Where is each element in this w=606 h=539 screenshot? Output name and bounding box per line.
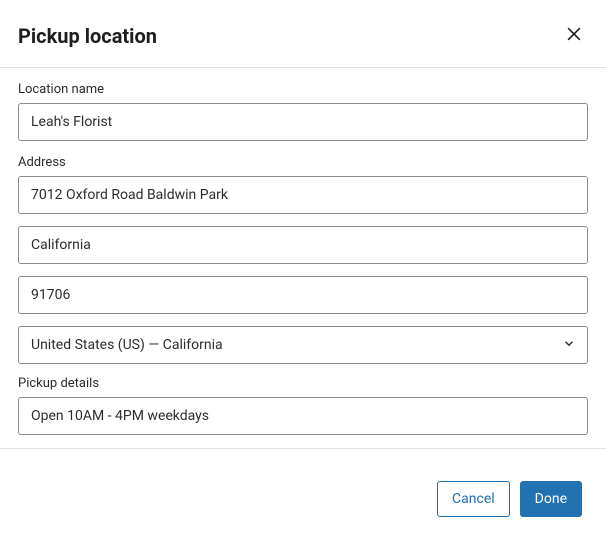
address-city-input[interactable] <box>18 226 588 264</box>
address-street-input[interactable] <box>18 176 588 214</box>
pickup-details-label: Pickup details <box>18 376 588 391</box>
address-zip-input[interactable] <box>18 276 588 314</box>
location-name-label: Location name <box>18 82 588 97</box>
region-select-wrapper: United States (US) — California <box>18 326 588 364</box>
modal-title: Pickup location <box>18 24 157 48</box>
pickup-location-modal: Pickup location Location name Address Un… <box>0 0 606 539</box>
location-name-input[interactable] <box>18 103 588 141</box>
modal-body: Location name Address United States (US)… <box>0 68 606 448</box>
done-button[interactable]: Done <box>520 481 582 517</box>
close-icon <box>564 24 584 47</box>
close-button[interactable] <box>560 20 588 51</box>
modal-footer: Cancel Done <box>0 448 606 539</box>
modal-header: Pickup location <box>0 0 606 68</box>
pickup-details-input[interactable] <box>18 397 588 435</box>
cancel-button[interactable]: Cancel <box>437 481 510 517</box>
address-label: Address <box>18 155 588 170</box>
region-select[interactable]: United States (US) — California <box>18 326 588 364</box>
